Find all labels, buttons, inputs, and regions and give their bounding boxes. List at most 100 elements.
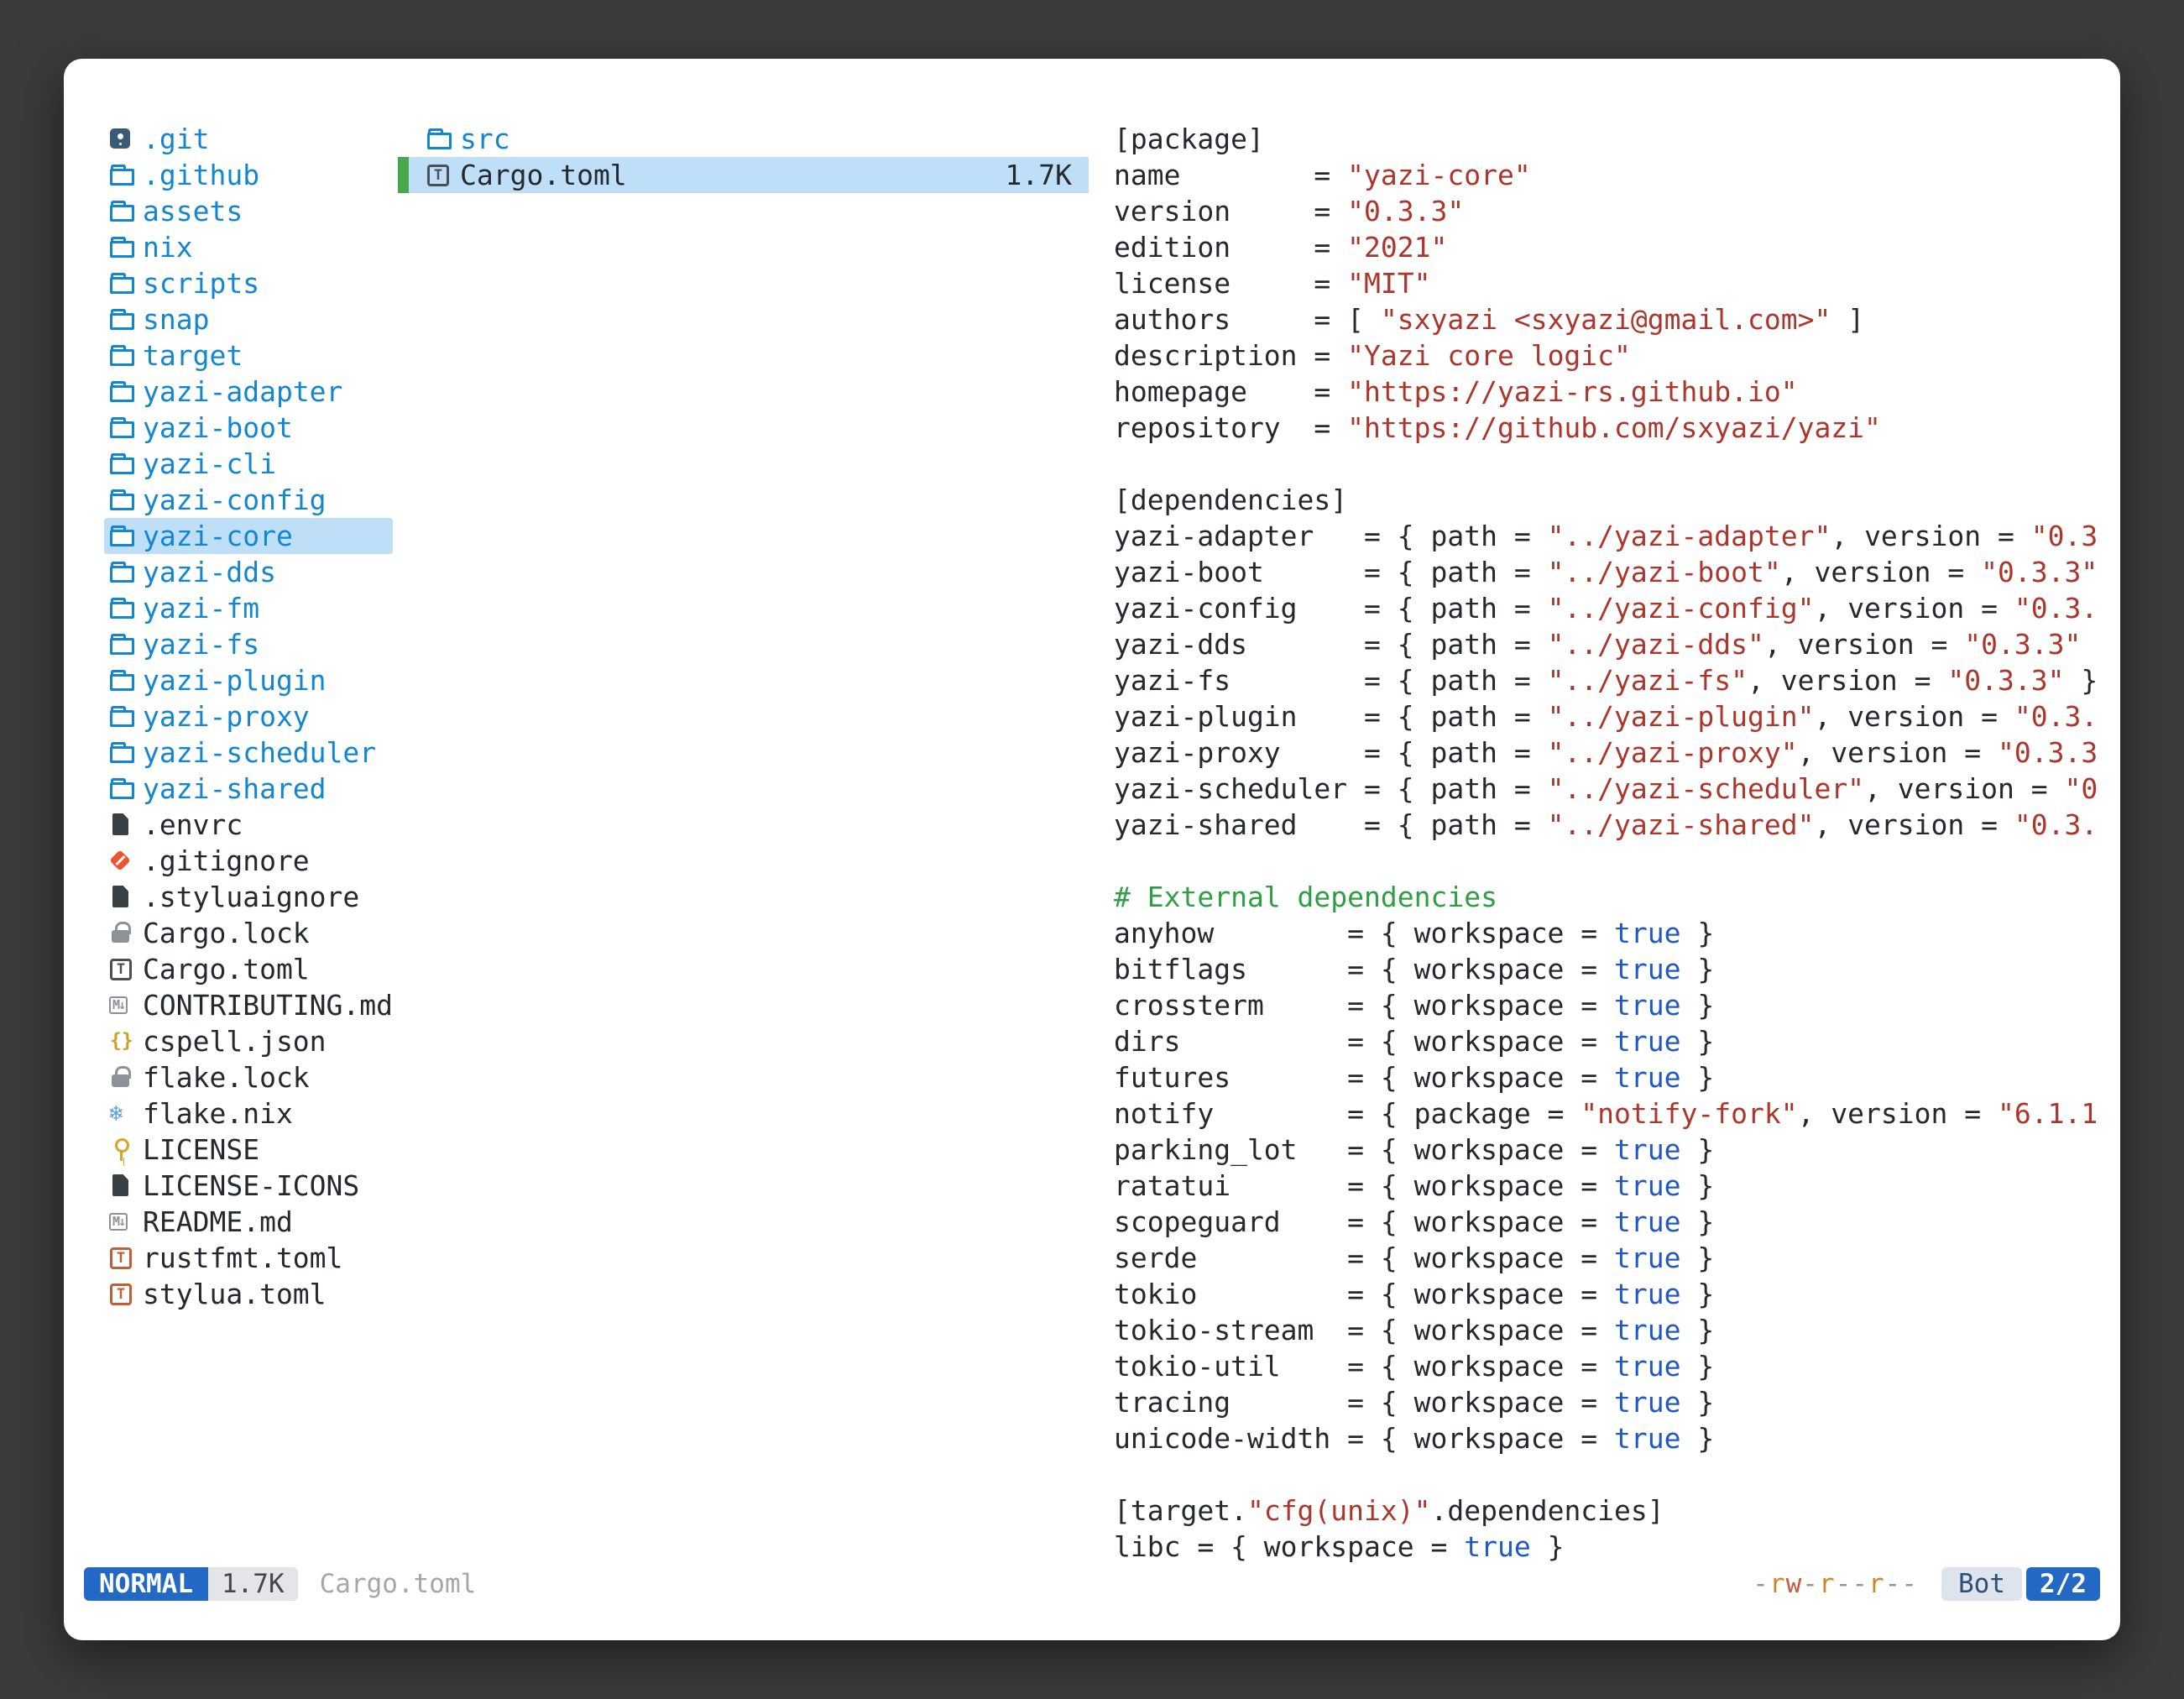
status-left: NORMAL 1.7K Cargo.toml: [84, 1567, 476, 1601]
manager-panes: .git .github assets nix: [64, 59, 2120, 1565]
parent-entry[interactable]: .gitignore: [104, 843, 393, 879]
preview-line: tokio = { workspace = true }: [1114, 1276, 2103, 1312]
parent-entry[interactable]: yazi-scheduler: [104, 734, 393, 771]
parent-entry[interactable]: yazi-shared: [104, 771, 393, 807]
parent-entry[interactable]: LICENSE: [104, 1132, 393, 1168]
preview-line: [package]: [1114, 121, 2103, 157]
preview-line: yazi-scheduler = { path = "../yazi-sched…: [1114, 771, 2103, 807]
preview-line: yazi-config = { path = "../yazi-config",…: [1114, 590, 2103, 626]
entry-label: Cargo.toml: [143, 951, 310, 987]
parent-entry[interactable]: Cargo.lock: [104, 915, 393, 951]
parent-entry[interactable]: scripts: [104, 265, 393, 301]
parent-entry[interactable]: cspell.json: [104, 1023, 393, 1059]
git-ignore-icon: [107, 843, 141, 879]
preview-line: yazi-dds = { path = "../yazi-dds", versi…: [1114, 626, 2103, 662]
entry-label: assets: [143, 193, 243, 229]
parent-entry[interactable]: yazi-dds: [104, 554, 393, 590]
entry-label: yazi-core: [143, 518, 293, 554]
parent-entry[interactable]: flake.lock: [104, 1059, 393, 1095]
parent-entry[interactable]: yazi-cli: [104, 446, 393, 482]
parent-entry[interactable]: yazi-plugin: [104, 662, 393, 698]
preview-line: tokio-util = { workspace = true }: [1114, 1348, 2103, 1384]
file-icon: [107, 807, 141, 843]
entry-label: flake.lock: [143, 1059, 310, 1095]
parent-entry[interactable]: target: [104, 337, 393, 374]
parent-entry[interactable]: flake.nix: [104, 1095, 393, 1132]
parent-entry[interactable]: yazi-adapter: [104, 374, 393, 410]
markdown-icon: [107, 1204, 141, 1240]
preview-line: [target."cfg(unix)".dependencies]: [1114, 1493, 2103, 1529]
parent-entry[interactable]: yazi-core: [104, 518, 393, 554]
preview-line: yazi-adapter = { path = "../yazi-adapter…: [1114, 518, 2103, 554]
folder-icon: [107, 265, 141, 301]
license-icon: [107, 1132, 141, 1168]
entry-label: scripts: [143, 265, 259, 301]
entry-label: yazi-fm: [143, 590, 259, 626]
parent-entry[interactable]: snap: [104, 301, 393, 337]
preview-line: repository = "https://github.com/sxyazi/…: [1114, 410, 2103, 446]
folder-icon: [107, 482, 141, 518]
preview-line: crossterm = { workspace = true }: [1114, 987, 2103, 1023]
parent-entry[interactable]: README.md: [104, 1204, 393, 1240]
entry-label: flake.nix: [143, 1095, 293, 1132]
preview-line: parking_lot = { workspace = true }: [1114, 1132, 2103, 1168]
preview-line: anyhow = { workspace = true }: [1114, 915, 2103, 951]
status-right: -rw-r--r-- Bot 2/2: [1753, 1567, 2100, 1601]
parent-entry[interactable]: .envrc: [104, 807, 393, 843]
entry-label: LICENSE: [143, 1132, 259, 1168]
file-entry[interactable]: src: [398, 121, 1089, 157]
preview-line: scopeguard = { workspace = true }: [1114, 1204, 2103, 1240]
parent-entry[interactable]: rustfmt.toml: [104, 1240, 393, 1276]
parent-entry[interactable]: LICENSE-ICONS: [104, 1168, 393, 1204]
preview-line: dirs = { workspace = true }: [1114, 1023, 2103, 1059]
parent-entry[interactable]: assets: [104, 193, 393, 229]
entry-label: yazi-boot: [143, 410, 293, 446]
folder-icon: [107, 337, 141, 374]
entry-label: yazi-shared: [143, 771, 327, 807]
toml-icon: [425, 157, 458, 193]
parent-entry[interactable]: .github: [104, 157, 393, 193]
markdown-icon: [107, 987, 141, 1023]
parent-entry[interactable]: .styluaignore: [104, 879, 393, 915]
folder-icon: [107, 446, 141, 482]
entry-label: yazi-scheduler: [143, 734, 376, 771]
preview-line: yazi-fs = { path = "../yazi-fs", version…: [1114, 662, 2103, 698]
parent-entry[interactable]: stylua.toml: [104, 1276, 393, 1312]
parent-entry[interactable]: yazi-fm: [104, 590, 393, 626]
parent-entry[interactable]: yazi-boot: [104, 410, 393, 446]
preview-line: ratatui = { workspace = true }: [1114, 1168, 2103, 1204]
parent-entry[interactable]: yazi-fs: [104, 626, 393, 662]
mode-badge: NORMAL: [84, 1567, 208, 1601]
parent-entry[interactable]: yazi-config: [104, 482, 393, 518]
entry-size: 1.7K: [1006, 157, 1084, 193]
entry-label: Cargo.toml: [460, 157, 627, 193]
entry-label: README.md: [143, 1204, 293, 1240]
parent-entry[interactable]: .git: [104, 121, 393, 157]
parent-entry[interactable]: Cargo.toml: [104, 951, 393, 987]
parent-entry[interactable]: yazi-proxy: [104, 698, 393, 734]
preview-line: name = "yazi-core": [1114, 157, 2103, 193]
entry-label: cspell.json: [143, 1023, 327, 1059]
permissions: -rw-r--r--: [1753, 1569, 1918, 1599]
preview-line: description = "Yazi core logic": [1114, 337, 2103, 374]
parent-entry[interactable]: CONTRIBUTING.md: [104, 987, 393, 1023]
lock-icon: [107, 1059, 141, 1095]
preview-line: yazi-shared = { path = "../yazi-shared",…: [1114, 807, 2103, 843]
preview-line: tokio-stream = { workspace = true }: [1114, 1312, 2103, 1348]
preview-line: yazi-plugin = { path = "../yazi-plugin",…: [1114, 698, 2103, 734]
lock-icon: [107, 915, 141, 951]
entry-label: yazi-cli: [143, 446, 276, 482]
parent-entry[interactable]: nix: [104, 229, 393, 265]
folder-icon: [107, 374, 141, 410]
preview-line: authors = [ "sxyazi <sxyazi@gmail.com>" …: [1114, 301, 2103, 337]
folder-icon: [107, 662, 141, 698]
cursor-counter-badge: 2/2: [2026, 1567, 2100, 1601]
preview-content: [package]name = "yazi-core"version = "0.…: [1114, 121, 2103, 1565]
preview-line: license = "MIT": [1114, 265, 2103, 301]
file-entry[interactable]: Cargo.toml 1.7K: [398, 157, 1089, 193]
entry-label: target: [143, 337, 243, 374]
parent-pane: .git .github assets nix: [104, 121, 393, 1565]
folder-icon: [107, 157, 141, 193]
preview-line: edition = "2021": [1114, 229, 2103, 265]
folder-icon: [425, 121, 458, 157]
